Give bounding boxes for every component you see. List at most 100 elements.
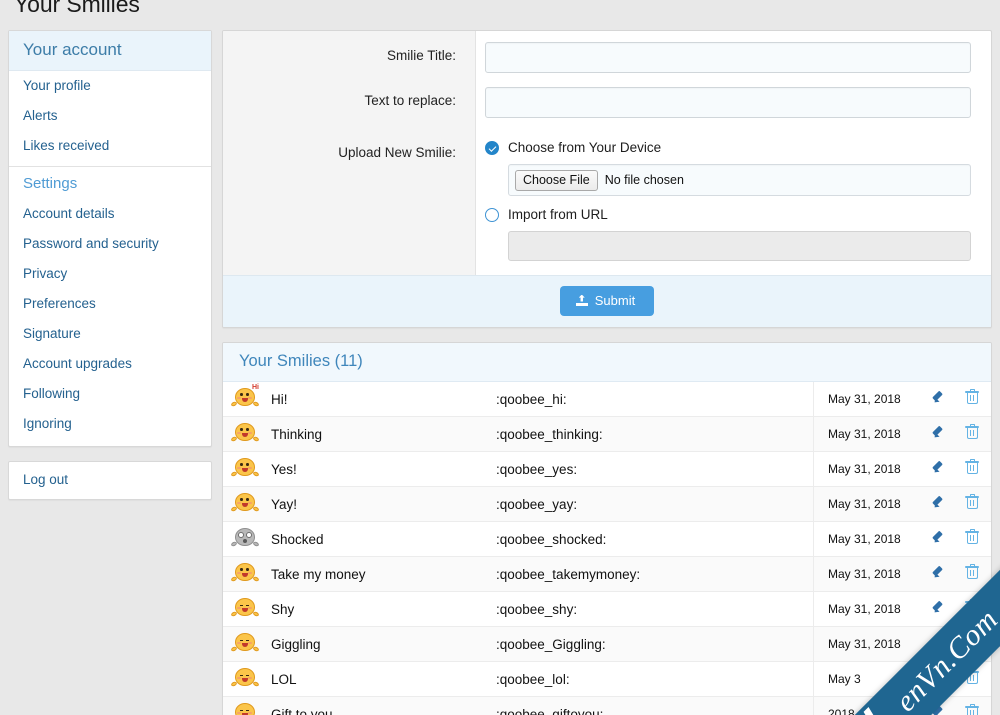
smilie-image [232, 701, 258, 715]
sidebar-item-ignoring[interactable]: Ignoring [9, 409, 211, 439]
edit-smilie-button[interactable] [923, 635, 953, 654]
form-body: Smilie Title: Text to replace: Upload Ne… [223, 31, 991, 275]
edit-smilie-button[interactable] [923, 425, 953, 444]
delete-smilie-button[interactable] [953, 389, 991, 409]
sidebar-item-account-details[interactable]: Account details [9, 199, 211, 229]
table-row: Thinking :qoobee_thinking: May 31, 2018 [223, 417, 991, 452]
text-to-replace-input[interactable] [485, 87, 971, 118]
smilie-date-cell: May 31, 2018 [813, 452, 923, 486]
sidebar-item-preferences[interactable]: Preferences [9, 289, 211, 319]
smilie-icon-cell: Hi [223, 384, 267, 412]
file-name-text: No file chosen [604, 173, 684, 187]
sidebar-item-password-and-security[interactable]: Password and security [9, 229, 211, 259]
sidebar-item-label: Likes received [23, 138, 110, 153]
smilie-date-cell: May 31, 2018 [813, 557, 923, 591]
sidebar-item-label: Ignoring [23, 416, 72, 431]
text-to-replace-label: Text to replace: [364, 93, 456, 108]
sidebar-item-privacy[interactable]: Privacy [9, 259, 211, 289]
delete-smilie-button[interactable] [953, 494, 991, 514]
edit-smilie-button[interactable] [923, 670, 953, 689]
smilie-image: Hi [230, 384, 260, 412]
delete-smilie-button[interactable] [953, 669, 991, 689]
trash-icon [965, 459, 979, 474]
trash-icon [965, 389, 979, 404]
smilie-title-input[interactable] [485, 42, 971, 73]
delete-smilie-button[interactable] [953, 529, 991, 549]
edit-smilie-button[interactable] [923, 565, 953, 584]
table-row: LOL:qoobee_lol: May 3 [223, 662, 991, 697]
submit-button[interactable]: Submit [559, 286, 655, 316]
form-row-smilie-title: Smilie Title: [223, 31, 991, 76]
submit-button-label: Submit [594, 293, 636, 308]
smilie-date-cell: May 31, 2018 [813, 417, 923, 451]
table-row: Yes!:qoobee_yes: May 31, 2018 [223, 452, 991, 487]
main-content: Smilie Title: Text to replace: Upload Ne… [222, 30, 992, 715]
sidebar-item-log-out[interactable]: Log out [9, 462, 211, 499]
sidebar-header-your-account: Your account [9, 31, 211, 71]
radio-option-device[interactable]: Choose from Your Device [485, 140, 971, 156]
sidebar-logout-block[interactable]: Log out [8, 461, 212, 500]
smilie-code-cell: :qoobee_Giggling: [496, 636, 606, 652]
trash-icon [965, 424, 979, 439]
smilie-title-cell: Hi! [271, 391, 288, 407]
smilie-title-cell: Shocked [271, 531, 324, 547]
smilie-code-cell: :qoobee_yes: [496, 461, 578, 477]
smilie-date-cell: May 31, 2018 [813, 627, 923, 661]
smilie-image [230, 491, 260, 517]
sidebar-item-following[interactable]: Following [9, 379, 211, 409]
sidebar-item-likes-received[interactable]: Likes received [9, 131, 211, 161]
edit-smilie-button[interactable] [923, 460, 953, 479]
smilie-icon-cell [223, 666, 267, 692]
radio-url-icon[interactable] [485, 208, 499, 222]
table-row: Hi Hi!:qoobee_hi: May 31, 2018 [223, 382, 991, 417]
smilie-image [230, 631, 260, 657]
sidebar-item-label: Privacy [23, 266, 68, 281]
smilie-image [230, 526, 260, 552]
delete-smilie-button[interactable] [953, 564, 991, 584]
smilie-code-cell: :qoobee_takemymoney: [496, 566, 641, 582]
table-row: Take my money :qoobee_takemymoney: May 31,… [223, 557, 991, 592]
delete-smilie-button[interactable] [953, 599, 991, 619]
smilie-image [230, 666, 260, 692]
edit-smilie-button[interactable] [923, 530, 953, 549]
upload-smilie-form: Smilie Title: Text to replace: Upload Ne… [222, 30, 992, 328]
smilie-icon-cell [223, 561, 267, 587]
smilie-code-cell: :qoobee_hi: [496, 391, 567, 407]
smilie-code-cell: :qoobee_shy: [496, 601, 578, 617]
sidebar-divider [9, 166, 211, 167]
pencil-icon [931, 705, 945, 715]
delete-smilie-button[interactable] [953, 459, 991, 479]
delete-smilie-button[interactable] [953, 634, 991, 654]
table-row: Gift to you:qoobee_giftoyou: 2018 [223, 697, 991, 715]
trash-icon [965, 599, 979, 614]
delete-smilie-button[interactable] [953, 704, 991, 715]
radio-option-url[interactable]: Import from URL [485, 207, 971, 223]
smilie-title-label: Smilie Title: [386, 48, 456, 63]
table-row: Yay!:qoobee_yay: May 31, 2018 [223, 487, 991, 522]
form-row-upload-new-smilie: Upload New Smilie: Choose from Your Devi… [223, 123, 991, 275]
file-picker[interactable]: Choose File No file chosen [508, 164, 971, 196]
radio-device-icon[interactable] [485, 141, 499, 155]
sidebar-item-label: Preferences [23, 296, 96, 311]
sidebar-item-your-profile[interactable]: Your profile [9, 71, 211, 101]
sidebar-item-signature[interactable]: Signature [9, 319, 211, 349]
smilie-title-cell: Take my money [271, 566, 366, 582]
smilie-code-cell: :qoobee_thinking: [496, 426, 603, 442]
delete-smilie-button[interactable] [953, 424, 991, 444]
sidebar-item-account-upgrades[interactable]: Account upgrades [9, 349, 211, 379]
edit-smilie-button[interactable] [923, 495, 953, 514]
table-row: Shocked:qoobee_shocked: May 31, 2018 [223, 522, 991, 557]
edit-smilie-button[interactable] [923, 600, 953, 619]
url-input-wrap [508, 231, 971, 261]
edit-smilie-button[interactable] [923, 705, 953, 715]
edit-smilie-button[interactable] [923, 390, 953, 409]
smilie-code-cell: :qoobee_giftoyou: [496, 706, 604, 715]
smilie-title-cell: Thinking [271, 426, 323, 442]
choose-file-button[interactable]: Choose File [515, 169, 598, 191]
pencil-icon [931, 635, 945, 649]
import-url-input[interactable] [508, 231, 971, 261]
pencil-icon [931, 495, 945, 509]
sidebar: Your account Your profile Alerts Likes rec… [8, 30, 212, 500]
table-row: Shy:qoobee_shy: May 31, 2018 [223, 592, 991, 627]
sidebar-item-alerts[interactable]: Alerts [9, 101, 211, 131]
